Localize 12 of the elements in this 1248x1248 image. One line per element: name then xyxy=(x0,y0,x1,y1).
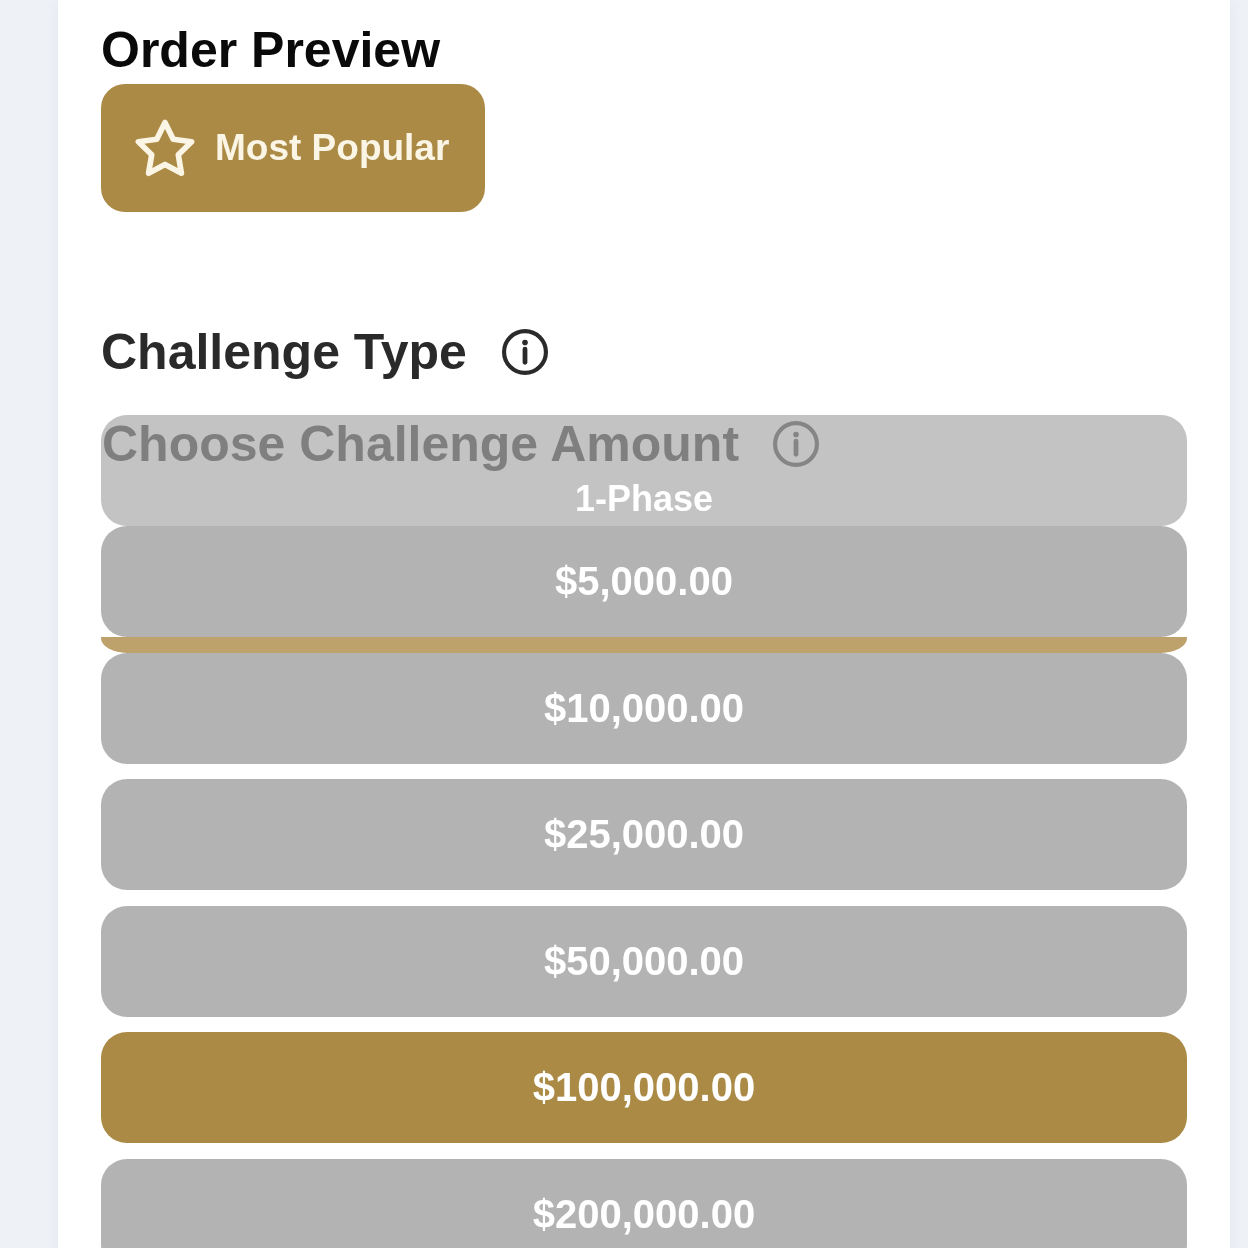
amount-option[interactable]: $200,000.00 xyxy=(101,1158,1187,1248)
amount-option[interactable]: $100,000.00 xyxy=(101,1032,1187,1143)
amount-option[interactable]: $50,000.00 xyxy=(101,905,1187,1017)
page-title: Order Preview xyxy=(101,21,441,80)
info-icon[interactable] xyxy=(501,329,548,375)
section-heading: Challenge Type xyxy=(101,323,467,382)
section-heading: Choose Challenge Amount xyxy=(102,419,740,469)
amount-option[interactable]: $10,000.00 xyxy=(101,652,1187,764)
amount-option[interactable]: $5,000.00 xyxy=(101,526,1187,637)
badge-label: Most Popular xyxy=(215,127,450,169)
amount-option[interactable]: $25,000.00 xyxy=(101,779,1187,890)
star-icon xyxy=(135,119,195,177)
